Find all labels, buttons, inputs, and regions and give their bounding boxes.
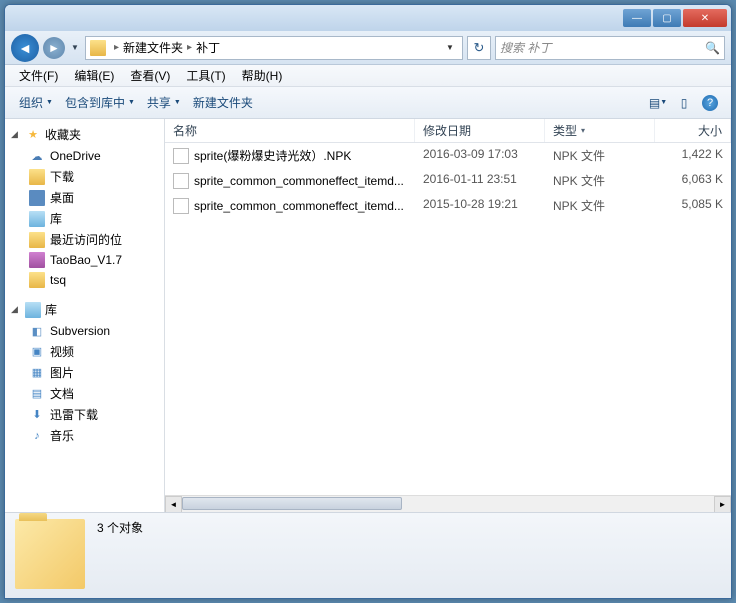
file-row[interactable]: sprite_common_commoneffect_itemd... 2016… [165, 168, 731, 193]
file-list: sprite(爆粉爆史诗光效）.NPK 2016-03-09 17:03 NPK… [165, 143, 731, 495]
collapse-icon: ◢ [11, 304, 21, 315]
include-library-button[interactable]: 包含到库中▼ [59, 90, 141, 115]
favorites-header[interactable]: ◢ ★ 收藏夹 [5, 123, 164, 146]
organize-button[interactable]: 组织▼ [13, 90, 59, 115]
nav-bar: ◄ ► ▼ ▸ 新建文件夹 ▸ 补丁 ▼ ↻ 搜索 补丁 🔍 [5, 31, 731, 65]
col-name[interactable]: 名称 [165, 119, 415, 142]
nav-history-dropdown[interactable]: ▼ [69, 38, 81, 58]
column-headers: 名称 修改日期 类型 大小 [165, 119, 731, 143]
body: ◢ ★ 收藏夹 ☁OneDrive 下载 桌面 库 最近访问的位 TaoBao_… [5, 119, 731, 512]
file-row[interactable]: sprite_common_commoneffect_itemd... 2015… [165, 193, 731, 218]
collapse-icon: ◢ [11, 129, 21, 140]
share-button[interactable]: 共享▼ [141, 90, 187, 115]
breadcrumb-dropdown[interactable]: ▼ [442, 43, 458, 52]
menu-edit[interactable]: 编辑(E) [66, 65, 122, 86]
file-icon [173, 173, 189, 189]
library-icon [29, 211, 45, 227]
menu-tools[interactable]: 工具(T) [178, 65, 233, 86]
search-input[interactable]: 搜索 补丁 🔍 [495, 36, 725, 60]
video-icon: ▣ [29, 344, 45, 360]
download-icon: ⬇ [29, 407, 45, 423]
sidebar-item-library[interactable]: 库 [5, 208, 164, 229]
svn-icon: ◧ [29, 323, 45, 339]
menu-view[interactable]: 查看(V) [122, 65, 178, 86]
help-button[interactable]: ? [697, 92, 723, 114]
libraries-label: 库 [45, 301, 57, 318]
horizontal-scrollbar[interactable]: ◄ ► [165, 495, 731, 512]
music-icon: ♪ [29, 428, 45, 444]
breadcrumb-part-1[interactable]: 新建文件夹 [123, 39, 183, 56]
sidebar-item-onedrive[interactable]: ☁OneDrive [5, 146, 164, 166]
minimize-button[interactable]: — [623, 9, 651, 27]
forward-button[interactable]: ► [43, 37, 65, 59]
folder-large-icon [15, 519, 85, 589]
scroll-left-icon[interactable]: ◄ [165, 496, 182, 513]
status-bar: 3 个对象 [5, 512, 731, 598]
content-pane: 名称 修改日期 类型 大小 sprite(爆粉爆史诗光效）.NPK 2016-0… [165, 119, 731, 512]
search-placeholder: 搜索 补丁 [500, 39, 551, 56]
toolbar: 组织▼ 包含到库中▼ 共享▼ 新建文件夹 ▤ ▼ ▯ ? [5, 87, 731, 119]
refresh-button[interactable]: ↻ [467, 36, 491, 60]
status-text: 3 个对象 [97, 519, 143, 536]
scroll-right-icon[interactable]: ► [714, 496, 731, 513]
view-mode-button[interactable]: ▤ ▼ [645, 92, 671, 114]
titlebar: — ▢ ✕ [5, 5, 731, 31]
close-button[interactable]: ✕ [683, 9, 727, 27]
desktop-icon [29, 190, 45, 206]
sidebar-item-pictures[interactable]: ▦图片 [5, 362, 164, 383]
folder-icon [29, 272, 45, 288]
sidebar-item-recent[interactable]: 最近访问的位 [5, 229, 164, 250]
sidebar-item-downloads[interactable]: 下载 [5, 166, 164, 187]
sidebar-item-taobao[interactable]: TaoBao_V1.7 [5, 250, 164, 270]
sidebar: ◢ ★ 收藏夹 ☁OneDrive 下载 桌面 库 最近访问的位 TaoBao_… [5, 119, 165, 512]
libraries-header[interactable]: ◢ 库 [5, 298, 164, 321]
document-icon: ▤ [29, 386, 45, 402]
favorites-label: 收藏夹 [45, 126, 81, 143]
menu-file[interactable]: 文件(F) [11, 65, 66, 86]
cloud-icon: ☁ [29, 148, 45, 164]
file-icon [173, 148, 189, 164]
back-button[interactable]: ◄ [11, 34, 39, 62]
col-type[interactable]: 类型 [545, 119, 655, 142]
folder-icon [29, 232, 45, 248]
file-icon [173, 198, 189, 214]
sidebar-item-desktop[interactable]: 桌面 [5, 187, 164, 208]
breadcrumb-sep: ▸ [187, 42, 192, 53]
breadcrumb-sep: ▸ [114, 42, 119, 53]
explorer-window: — ▢ ✕ ◄ ► ▼ ▸ 新建文件夹 ▸ 补丁 ▼ ↻ 搜索 补丁 🔍 文件(… [4, 4, 732, 599]
maximize-button[interactable]: ▢ [653, 9, 681, 27]
help-icon: ? [702, 95, 718, 111]
scroll-thumb[interactable] [182, 497, 402, 510]
sidebar-item-tsq[interactable]: tsq [5, 270, 164, 290]
menu-bar: 文件(F) 编辑(E) 查看(V) 工具(T) 帮助(H) [5, 65, 731, 87]
col-date[interactable]: 修改日期 [415, 119, 545, 142]
star-icon: ★ [25, 127, 41, 143]
breadcrumb[interactable]: ▸ 新建文件夹 ▸ 补丁 ▼ [85, 36, 463, 60]
folder-icon [90, 40, 106, 56]
col-size[interactable]: 大小 [655, 119, 731, 142]
library-icon [25, 302, 41, 318]
folder-icon [29, 169, 45, 185]
sidebar-item-documents[interactable]: ▤文档 [5, 383, 164, 404]
search-icon[interactable]: 🔍 [705, 41, 720, 55]
sidebar-item-xunlei[interactable]: ⬇迅雷下载 [5, 404, 164, 425]
menu-help[interactable]: 帮助(H) [234, 65, 291, 86]
file-row[interactable]: sprite(爆粉爆史诗光效）.NPK 2016-03-09 17:03 NPK… [165, 143, 731, 168]
sidebar-item-music[interactable]: ♪音乐 [5, 425, 164, 446]
sidebar-item-video[interactable]: ▣视频 [5, 341, 164, 362]
archive-icon [29, 252, 45, 268]
new-folder-button[interactable]: 新建文件夹 [187, 90, 259, 115]
breadcrumb-part-2[interactable]: 补丁 [196, 39, 220, 56]
preview-pane-button[interactable]: ▯ [671, 92, 697, 114]
sidebar-item-subversion[interactable]: ◧Subversion [5, 321, 164, 341]
picture-icon: ▦ [29, 365, 45, 381]
